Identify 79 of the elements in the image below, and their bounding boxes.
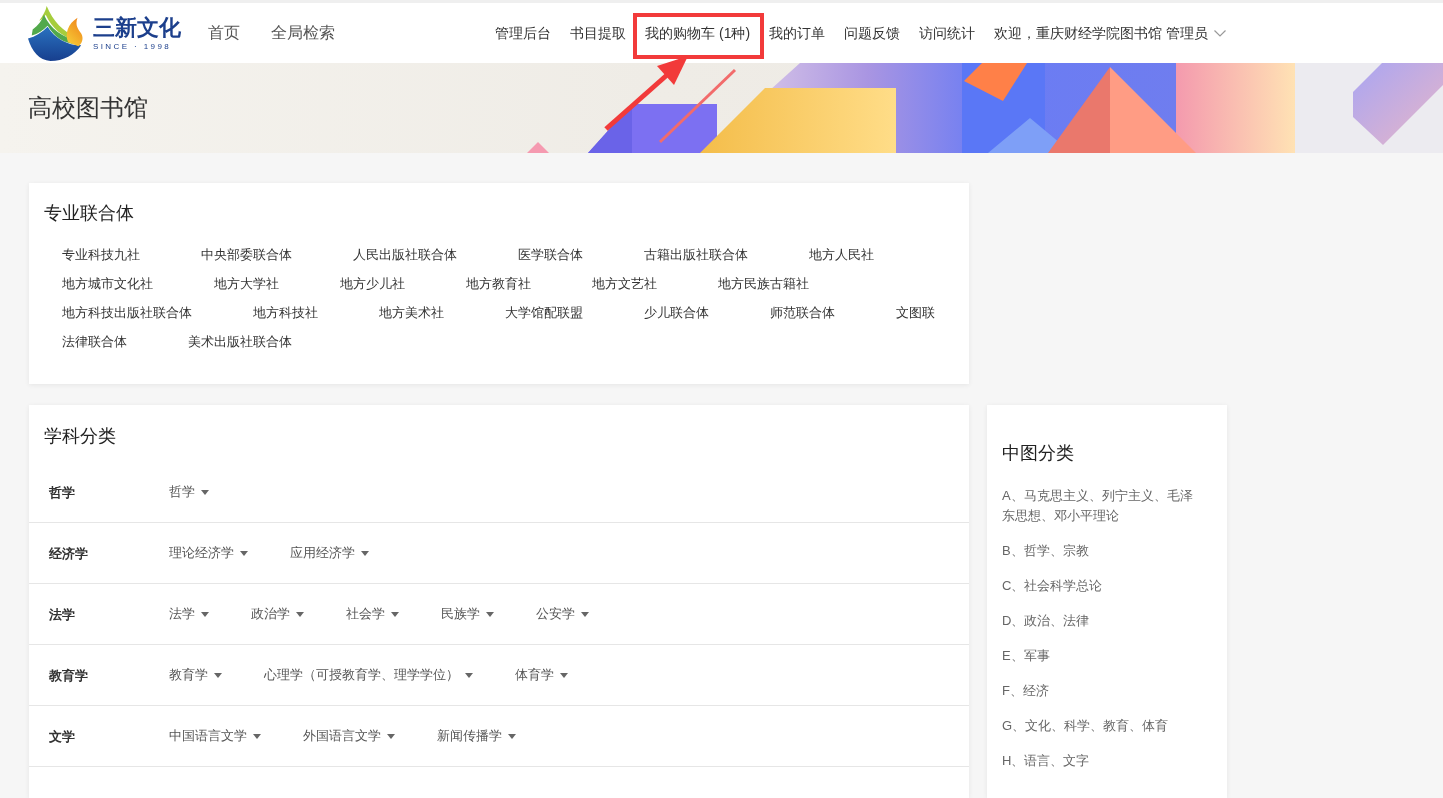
caret-icon: [387, 733, 395, 739]
publisher-group-link[interactable]: 地方科技社: [253, 303, 318, 323]
publisher-group-link[interactable]: 文图联: [896, 303, 935, 323]
subject-category-label: 哲学: [49, 485, 75, 500]
publisher-group-link[interactable]: 法律联合体: [62, 332, 127, 352]
subject-category-label: 经济学: [49, 546, 88, 561]
caret-icon: [201, 489, 209, 495]
subject-dropdown[interactable]: 教育学: [169, 665, 222, 685]
caret-icon: [253, 733, 261, 739]
panel-title: 中图分类: [1002, 442, 1075, 464]
publisher-group-link[interactable]: 地方大学社: [214, 274, 279, 294]
top-nav-link[interactable]: 我的订单: [759, 23, 835, 43]
publisher-group-link[interactable]: 地方民族古籍社: [718, 274, 809, 294]
publisher-group-link[interactable]: 专业科技九社: [62, 245, 140, 265]
brand-name: 三新文化: [93, 15, 181, 40]
subject-dropdown[interactable]: 中国语言文学: [169, 726, 261, 746]
nav-link[interactable]: 全局检索: [271, 22, 335, 44]
caret-icon: [240, 550, 248, 556]
top-nav-link[interactable]: 问题反馈: [834, 23, 910, 43]
classification-link[interactable]: A、马克思主义、列宁主义、毛泽东思想、邓小平理论: [1002, 486, 1205, 526]
caret-icon: [508, 733, 516, 739]
publisher-group-link[interactable]: 师范联合体: [770, 303, 835, 323]
subject-dropdown[interactable]: 心理学（可授教育学、理学学位）: [264, 665, 473, 685]
caret-icon: [214, 672, 222, 678]
subject-dropdown[interactable]: 哲学: [169, 482, 209, 502]
publisher-group-link[interactable]: 少儿联合体: [644, 303, 709, 323]
subject-dropdown[interactable]: 法学: [169, 604, 209, 624]
caret-icon: [486, 611, 494, 617]
panel-title: 专业联合体: [44, 202, 135, 224]
publisher-group-link[interactable]: 美术出版社联合体: [188, 332, 292, 352]
subject-category-label: 文学: [49, 729, 75, 744]
top-nav-link[interactable]: 访问统计: [909, 23, 985, 43]
page-title: 高校图书馆: [28, 93, 148, 123]
top-nav-link[interactable]: 我的购物车 (1种): [635, 23, 760, 43]
user-menu[interactable]: 欢迎，重庆财经学院图书馆 管理员: [984, 23, 1226, 43]
classification-link[interactable]: C、社会科学总论: [1002, 576, 1103, 596]
publisher-group-link[interactable]: 地方少儿社: [340, 274, 405, 294]
publisher-group-link[interactable]: 地方科技出版社联合体: [62, 303, 192, 323]
classification-link[interactable]: B、哲学、宗教: [1002, 541, 1089, 561]
caret-icon: [465, 672, 473, 678]
chevron-down-icon: [1214, 29, 1226, 37]
publisher-group-link[interactable]: 地方文艺社: [592, 274, 657, 294]
caret-icon: [296, 611, 304, 617]
classification-link[interactable]: D、政治、法律: [1002, 611, 1090, 631]
publisher-group-link[interactable]: 大学馆配联盟: [505, 303, 583, 323]
publisher-group-link[interactable]: 人民出版社联合体: [353, 245, 457, 265]
subject-dropdown[interactable]: 社会学: [346, 604, 399, 624]
subject-dropdown[interactable]: 体育学: [515, 665, 568, 685]
publisher-group-link[interactable]: 地方人民社: [809, 245, 874, 265]
brand-tagline: SINCE · 1998: [93, 42, 173, 51]
logo-icon[interactable]: [28, 5, 84, 61]
classification-link[interactable]: F、经济: [1002, 681, 1049, 701]
caret-icon: [201, 611, 209, 617]
publisher-group-link[interactable]: 地方美术社: [379, 303, 444, 323]
caret-icon: [581, 611, 589, 617]
publisher-group-link[interactable]: 古籍出版社联合体: [644, 245, 748, 265]
subject-category-label: 法学: [49, 607, 75, 622]
publisher-group-link[interactable]: 地方教育社: [466, 274, 531, 294]
publisher-group-link[interactable]: 中央部委联合体: [201, 245, 292, 265]
caret-icon: [361, 550, 369, 556]
subject-dropdown[interactable]: 政治学: [251, 604, 304, 624]
nav-link[interactable]: 首页: [208, 22, 240, 44]
top-nav-link[interactable]: 管理后台: [485, 23, 561, 43]
classification-link[interactable]: G、文化、科学、教育、体育: [1002, 716, 1169, 736]
caret-icon: [560, 672, 568, 678]
subject-dropdown[interactable]: 应用经济学: [290, 543, 369, 563]
panel-title: 学科分类: [43, 425, 117, 447]
subject-dropdown[interactable]: 民族学: [441, 604, 494, 624]
subject-dropdown[interactable]: 理论经济学: [169, 543, 248, 563]
publisher-group-link[interactable]: 医学联合体: [518, 245, 583, 265]
subject-dropdown[interactable]: 外国语言文学: [303, 726, 395, 746]
classification-link[interactable]: H、语言、文字: [1002, 751, 1090, 771]
top-nav-link[interactable]: 书目提取: [560, 23, 636, 43]
caret-icon: [391, 611, 399, 617]
publisher-group-link[interactable]: 地方城市文化社: [62, 274, 153, 294]
subject-category-label: 教育学: [49, 668, 88, 683]
subject-dropdown[interactable]: 新闻传播学: [437, 726, 516, 746]
classification-link[interactable]: E、军事: [1002, 646, 1050, 666]
subject-dropdown[interactable]: 公安学: [536, 604, 589, 624]
